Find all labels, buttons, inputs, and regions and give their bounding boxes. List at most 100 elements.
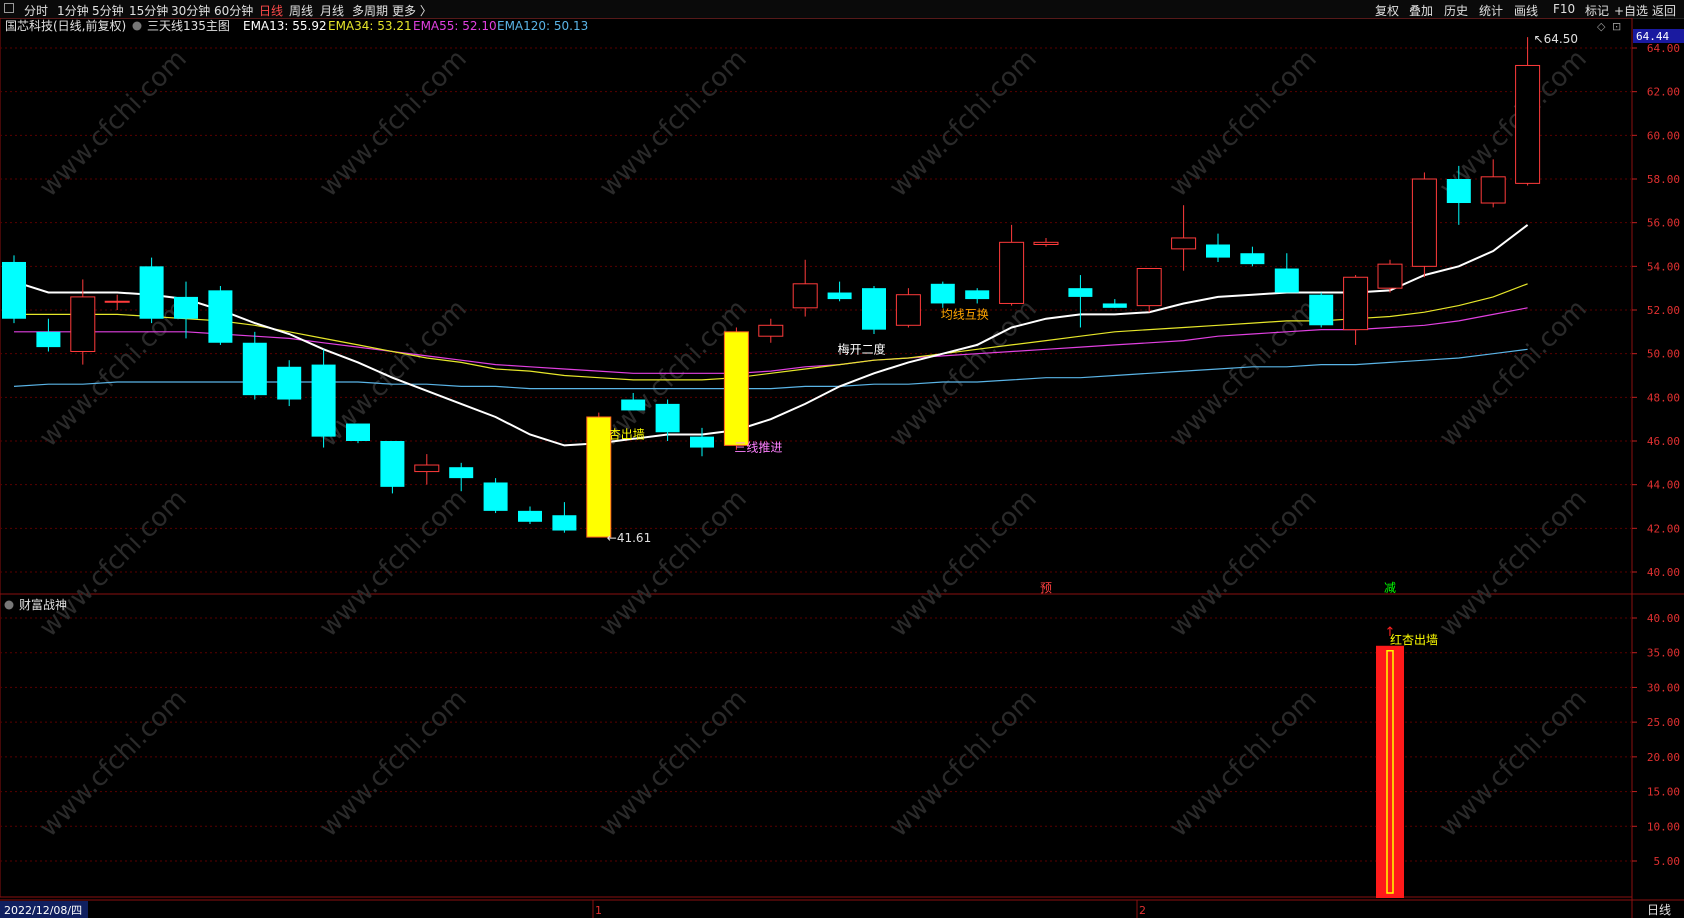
candle-body bbox=[1206, 244, 1230, 258]
candle-body bbox=[1480, 176, 1506, 204]
candle[interactable] bbox=[380, 441, 405, 494]
y-tick-label: 42.00 bbox=[1647, 522, 1680, 535]
candle-body bbox=[1411, 178, 1437, 267]
watermark-text: www.cfchi.com bbox=[1164, 294, 1323, 453]
toolbar-button[interactable]: 复权 bbox=[1375, 2, 1399, 19]
indicator-name[interactable]: 三天线135主图 bbox=[147, 19, 230, 33]
menu-icon[interactable] bbox=[4, 3, 14, 13]
candle[interactable] bbox=[2, 255, 26, 324]
candle[interactable] bbox=[930, 281, 955, 308]
diamond-icon[interactable]: ◇ bbox=[1597, 20, 1606, 33]
candle[interactable] bbox=[518, 506, 542, 524]
candle[interactable] bbox=[758, 318, 784, 343]
timeframe-tab[interactable]: 月线 bbox=[320, 2, 344, 19]
candle-body bbox=[277, 366, 302, 400]
candle[interactable] bbox=[690, 427, 714, 457]
candle[interactable] bbox=[1411, 172, 1437, 278]
watermark-text: www.cfchi.com bbox=[1434, 484, 1593, 643]
candle[interactable] bbox=[1171, 205, 1197, 271]
ema55-label: EMA55: 52.10 bbox=[413, 19, 497, 33]
timeframe-tab[interactable]: 分时 bbox=[24, 2, 48, 19]
timeframe-tab[interactable]: 15分钟 bbox=[129, 2, 168, 19]
candle[interactable] bbox=[1102, 299, 1127, 308]
collapse-icon[interactable]: ⊡ bbox=[1612, 20, 1621, 33]
timeframe-tab[interactable]: 1分钟 bbox=[57, 2, 89, 19]
sub-y-tick-label: 15.00 bbox=[1647, 786, 1680, 799]
signal-marker: 预 bbox=[1040, 581, 1052, 595]
candle[interactable] bbox=[965, 288, 990, 304]
timeframe-tab[interactable]: 30分钟 bbox=[171, 2, 210, 19]
toolbar-button[interactable]: 叠加 bbox=[1409, 2, 1433, 19]
toolbar-button[interactable]: F10 bbox=[1553, 2, 1575, 16]
candle[interactable] bbox=[483, 478, 508, 514]
sub-toggle-icon[interactable] bbox=[4, 600, 14, 610]
timeframe-tab[interactable]: 周线 bbox=[289, 2, 313, 19]
candle-body bbox=[758, 324, 784, 337]
date-label: 2022/12/08/四 bbox=[4, 904, 82, 917]
timeframe-tab[interactable]: 更多 〉 bbox=[392, 2, 432, 19]
watermark-text: www.cfchi.com bbox=[314, 684, 473, 843]
timeframe-tab[interactable]: 多周期 bbox=[352, 2, 388, 19]
watermark-text: www.cfchi.com bbox=[34, 484, 193, 643]
period-label[interactable]: 日线 bbox=[1647, 903, 1671, 917]
y-tick-label: 50.00 bbox=[1647, 348, 1680, 361]
candle[interactable] bbox=[862, 285, 886, 335]
candle[interactable] bbox=[1240, 246, 1265, 267]
candle[interactable] bbox=[1377, 259, 1403, 293]
ema120-line bbox=[13, 348, 1528, 390]
candle[interactable] bbox=[1206, 233, 1230, 262]
candle-body bbox=[139, 266, 164, 319]
candle[interactable] bbox=[895, 288, 921, 328]
signal-label: 三线推进 bbox=[734, 441, 782, 455]
candle[interactable] bbox=[999, 224, 1025, 306]
candle[interactable] bbox=[104, 294, 130, 310]
month-label-2: 2 bbox=[1139, 904, 1146, 917]
timeframe-tab[interactable]: 60分钟 bbox=[214, 2, 253, 19]
candle[interactable] bbox=[208, 285, 233, 345]
candle[interactable] bbox=[1515, 37, 1541, 186]
signal-label: 梅开二度 bbox=[838, 341, 886, 356]
candle[interactable] bbox=[139, 257, 164, 324]
candles[interactable] bbox=[2, 37, 1541, 538]
candle[interactable] bbox=[277, 360, 302, 407]
toolbar-button[interactable]: 统计 bbox=[1479, 2, 1503, 19]
candle[interactable] bbox=[552, 502, 577, 533]
candle[interactable] bbox=[242, 331, 267, 400]
candle[interactable] bbox=[414, 454, 440, 485]
ema120-label: EMA120: 50.13 bbox=[497, 19, 588, 33]
candle-body bbox=[895, 294, 921, 326]
timeframe-tab[interactable]: 日线 bbox=[259, 2, 283, 19]
candle-body bbox=[380, 441, 405, 487]
candle-body bbox=[1343, 276, 1369, 331]
candle[interactable] bbox=[723, 327, 749, 450]
candle[interactable] bbox=[1309, 292, 1334, 328]
chart-area[interactable]: www.cfchi.com www.cfchi.com www.cfchi.com w… bbox=[0, 18, 1684, 918]
candle[interactable] bbox=[827, 281, 852, 302]
candle[interactable] bbox=[1343, 275, 1369, 345]
candle[interactable] bbox=[1068, 275, 1093, 328]
toolbar-button[interactable]: 画线 bbox=[1514, 2, 1538, 19]
timeframe-tab[interactable]: 5分钟 bbox=[92, 2, 124, 19]
watermark-text: www.cfchi.com bbox=[1164, 484, 1323, 643]
top-toolbar: 分时 1分钟 5分钟 15分钟 30分钟 60分钟 日线 周线 月线 多周期 更多 〉 复权 叠加 历史… bbox=[0, 0, 1684, 19]
ema13-label: EMA13: 55.92 bbox=[243, 19, 327, 33]
candle-body bbox=[1515, 64, 1541, 184]
toolbar-button[interactable]: 历史 bbox=[1444, 2, 1468, 19]
candle[interactable] bbox=[36, 318, 61, 352]
candle[interactable] bbox=[792, 259, 818, 317]
toolbar-button[interactable]: 标记 bbox=[1585, 2, 1609, 19]
y-tick-label: 60.00 bbox=[1647, 129, 1680, 142]
candle[interactable] bbox=[1274, 253, 1299, 293]
signal-bar bbox=[1376, 645, 1404, 898]
candle-body bbox=[346, 423, 370, 441]
toolbar-button[interactable]: +自选 bbox=[1614, 2, 1648, 19]
indicator-toggle-icon[interactable] bbox=[132, 21, 142, 31]
candle-body bbox=[690, 436, 714, 448]
watermark: www.cfchi.com www.cfchi.com www.cfchi.com w… bbox=[34, 44, 1593, 843]
candle[interactable] bbox=[346, 423, 370, 444]
candle[interactable] bbox=[311, 349, 336, 448]
candle[interactable] bbox=[1136, 268, 1162, 313]
toolbar-button[interactable]: 返回 bbox=[1652, 2, 1676, 19]
candle[interactable] bbox=[1033, 237, 1059, 247]
candle-body bbox=[1033, 241, 1059, 245]
